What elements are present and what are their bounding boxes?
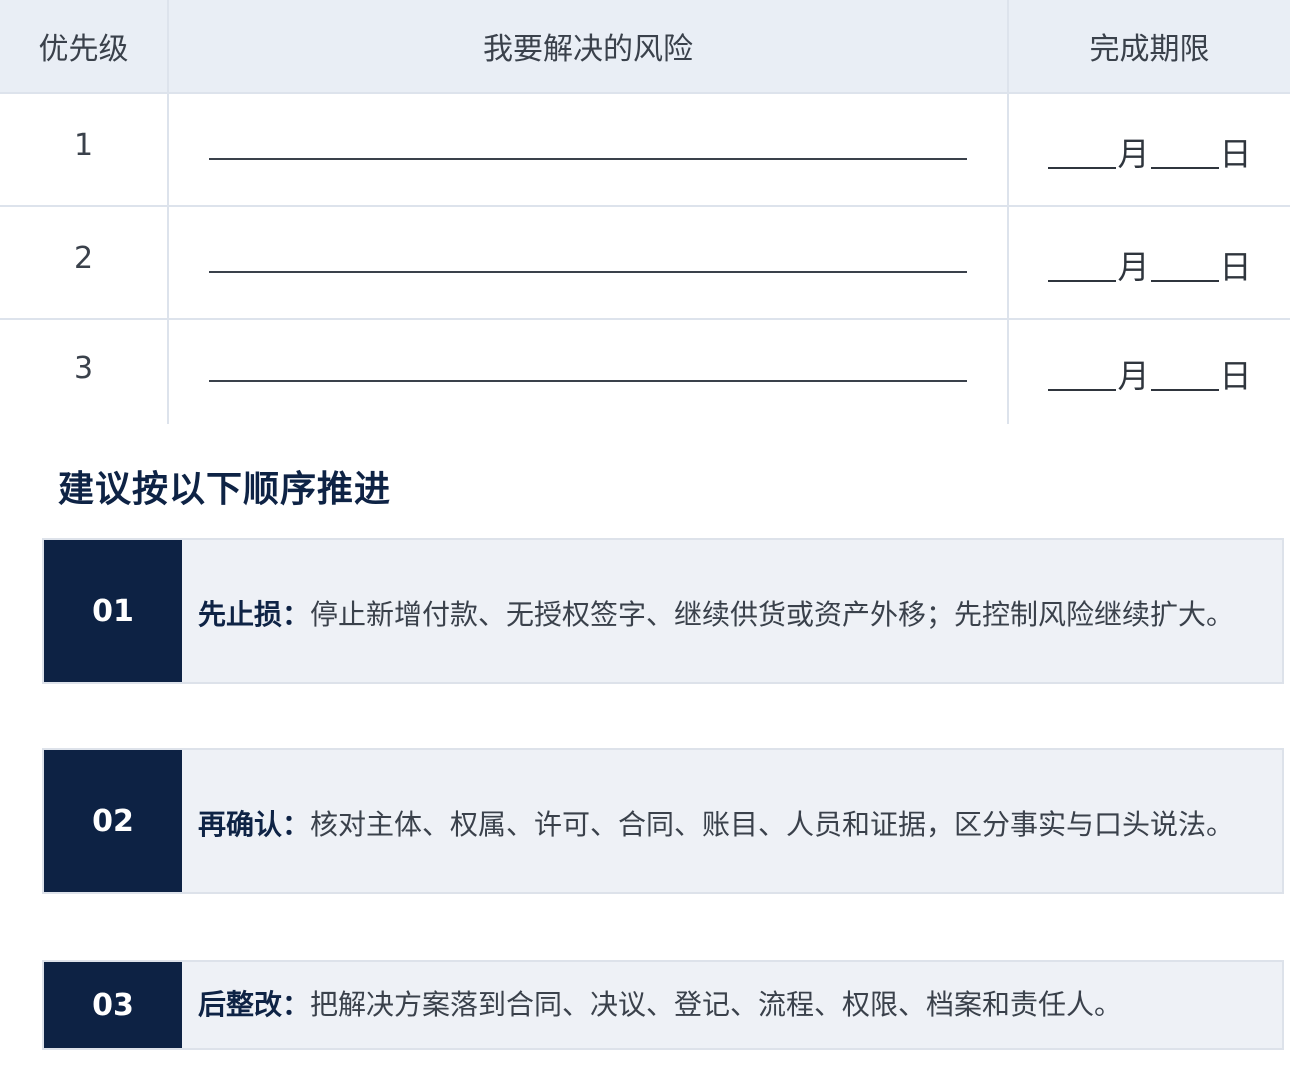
step-description: 再确认：核对主体、权属、许可、合同、账目、人员和证据，区分事实与口头说法。 bbox=[198, 798, 1234, 852]
month-label: 月 bbox=[1117, 357, 1150, 395]
day-blank[interactable] bbox=[1150, 389, 1219, 391]
step-body: 先止损：停止新增付款、无授权签字、继续供货或资产外移；先控制风险继续扩大。 bbox=[182, 540, 1282, 682]
month-label: 月 bbox=[1117, 134, 1150, 173]
risk-blank-line[interactable] bbox=[209, 270, 967, 273]
priority-number: 3 bbox=[73, 350, 94, 386]
priority-number: 1 bbox=[73, 128, 94, 163]
table-header-row: 优先级 我要解决的风险 完成期限 bbox=[0, 0, 1290, 94]
step-text: 把解决方案落到合同、决议、登记、流程、权限、档案和责任人。 bbox=[310, 988, 1123, 1021]
month-blank[interactable] bbox=[1048, 166, 1117, 169]
step-number: 02 bbox=[44, 750, 182, 892]
priority-cell: 2 bbox=[0, 206, 169, 320]
month-blank[interactable] bbox=[1048, 279, 1117, 282]
step-description: 后整改：把解决方案落到合同、决议、登记、流程、权限、档案和责任人。 bbox=[198, 978, 1122, 1032]
priority-cell: 1 bbox=[0, 93, 169, 207]
step-body: 再确认：核对主体、权属、许可、合同、账目、人员和证据，区分事实与口头说法。 bbox=[182, 750, 1282, 892]
day-label: 日 bbox=[1219, 134, 1252, 173]
deadline-cell: 月日 bbox=[1008, 206, 1290, 320]
deadline-fill-in: 月日 bbox=[1047, 351, 1252, 397]
day-blank[interactable] bbox=[1150, 166, 1219, 169]
risk-cell[interactable] bbox=[168, 319, 1009, 424]
step-label: 再确认： bbox=[198, 808, 311, 841]
step-number: 01 bbox=[44, 540, 182, 682]
priority-number: 2 bbox=[73, 241, 94, 276]
step-card-01: 01 先止损：停止新增付款、无授权签字、继续供货或资产外移；先控制风险继续扩大。 bbox=[42, 538, 1284, 684]
step-number: 03 bbox=[44, 962, 182, 1048]
table-row: 2 月日 bbox=[0, 206, 1290, 320]
step-card-02: 02 再确认：核对主体、权属、许可、合同、账目、人员和证据，区分事实与口头说法。 bbox=[42, 748, 1284, 894]
header-deadline: 完成期限 bbox=[1008, 0, 1290, 94]
day-blank[interactable] bbox=[1150, 279, 1219, 282]
deadline-fill-in: 月日 bbox=[1047, 242, 1252, 288]
step-card-03: 03 后整改：把解决方案落到合同、决议、登记、流程、权限、档案和责任人。 bbox=[42, 960, 1284, 1050]
deadline-fill-in: 月日 bbox=[1047, 129, 1252, 175]
step-body: 后整改：把解决方案落到合同、决议、登记、流程、权限、档案和责任人。 bbox=[182, 962, 1282, 1048]
header-priority: 优先级 bbox=[0, 0, 169, 94]
section-title: 建议按以下顺序推进 bbox=[58, 469, 392, 510]
step-text: 停止新增付款、无授权签字、继续供货或资产外移；先控制风险继续扩大。 bbox=[310, 598, 1235, 631]
deadline-cell: 月日 bbox=[1008, 319, 1290, 424]
table-row: 3 月日 bbox=[0, 319, 1290, 424]
header-risk: 我要解决的风险 bbox=[168, 0, 1009, 94]
step-description: 先止损：停止新增付款、无授权签字、继续供货或资产外移；先控制风险继续扩大。 bbox=[198, 588, 1234, 642]
risk-cell[interactable] bbox=[168, 93, 1009, 207]
step-text: 核对主体、权属、许可、合同、账目、人员和证据，区分事实与口头说法。 bbox=[310, 808, 1235, 841]
table-row: 1 月日 bbox=[0, 93, 1290, 207]
deadline-cell: 月日 bbox=[1008, 93, 1290, 207]
risk-cell[interactable] bbox=[168, 206, 1009, 320]
month-label: 月 bbox=[1117, 247, 1150, 286]
day-label: 日 bbox=[1219, 247, 1252, 286]
step-label: 后整改： bbox=[198, 988, 311, 1021]
risk-blank-line[interactable] bbox=[209, 380, 967, 382]
priority-cell: 3 bbox=[0, 319, 169, 424]
day-label: 日 bbox=[1219, 357, 1252, 395]
month-blank[interactable] bbox=[1048, 389, 1117, 391]
step-label: 先止损： bbox=[198, 598, 311, 631]
risk-plan-table: 优先级 我要解决的风险 完成期限 1 月日 2 月日 3 月 日 bbox=[0, 0, 1290, 424]
risk-blank-line[interactable] bbox=[209, 157, 967, 160]
